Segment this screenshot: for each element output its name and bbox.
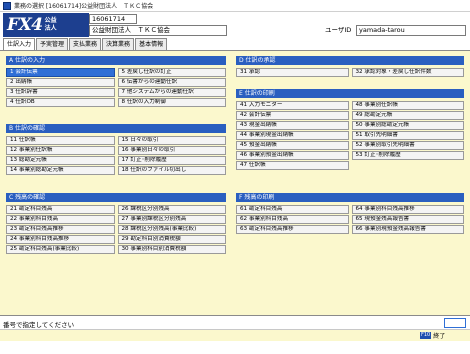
logo-sub: 公益 法人 xyxy=(45,17,57,33)
menu-item-63[interactable]: 63 勘定科目残高推移 xyxy=(236,225,349,234)
menu-item-1[interactable]: 1 会計伝票 xyxy=(6,68,115,77)
menu-item-15[interactable]: 15 日々の取引 xyxy=(117,136,226,145)
menu-item-11[interactable]: 11 仕訳帳 xyxy=(6,136,115,145)
window-titlebar: 業務の選択 [16061714]公益財団法人 ＴＫＣ協会 xyxy=(0,0,470,12)
menu-item-62[interactable]: 62 事業別科目残高 xyxy=(236,215,349,224)
menu-item-3[interactable]: 3 仕訳辞書 xyxy=(6,88,115,97)
menu-item-27[interactable]: 27 事業別課税区分別残高 xyxy=(117,215,226,224)
tab-bar: 仕訳入力 予実管理 支払業務 決算業務 基本情報 xyxy=(3,38,168,51)
menu-item-4[interactable]: 4 仕訳OB xyxy=(6,98,115,107)
menu-item-23[interactable]: 23 勘定科目残高推移 xyxy=(6,225,115,234)
fx4-logo: FX4 公益 法人 xyxy=(3,13,89,37)
menu-item-2[interactable]: 2 出納帳 xyxy=(6,78,115,87)
logo-sub1: 公益 xyxy=(44,17,57,24)
org-name-field: 公益財団法人 ＴＫＣ協会 xyxy=(89,25,227,36)
menu-item-66[interactable]: 66 事業別現預金残高報告書 xyxy=(351,225,464,234)
menu-item-52[interactable]: 52 事業別取引先明細書 xyxy=(351,141,464,150)
menu-item-22[interactable]: 22 事業別科目残高 xyxy=(6,215,115,224)
menu-item-6[interactable]: 6 伝書からの連動仕訳 xyxy=(117,78,226,87)
menu-item-50[interactable]: 50 事業別総勘定元帳 xyxy=(351,121,464,130)
menu-item-65[interactable]: 65 現預金残高報告書 xyxy=(351,215,464,224)
user-id-label: ユーザID xyxy=(325,26,352,34)
menu-item-7[interactable]: 7 他システムからの連動仕訳 xyxy=(117,88,226,97)
prompt-text: 番号で指定してください xyxy=(3,321,75,329)
org-code-field: 16061714 xyxy=(89,14,137,24)
window-title: 業務の選択 [16061714]公益財団法人 ＴＫＣ協会 xyxy=(14,3,154,10)
section-a-title: A 仕訳の入力 xyxy=(6,56,226,65)
section-c: C 残高の確認 21 勘定科目残高 26 課税区分別残高 22 事業別科目残高 27 … xyxy=(6,193,226,254)
menu-item-14[interactable]: 14 事業別総勘定元帳 xyxy=(6,166,115,175)
main-panel: A 仕訳の入力 1 会計伝票 5 差戻し仕訳の訂正 2 出納帳 6 伝書からの連動仕訳… xyxy=(0,50,470,315)
menu-item-13[interactable]: 13 総勘定元帳 xyxy=(6,156,115,165)
menu-spacer xyxy=(352,161,465,170)
section-d: D 仕訳の承認 31 承認 32 承認対象・差戻し仕訳件数 xyxy=(236,56,464,77)
menu-item-41[interactable]: 41 入力モニター xyxy=(236,101,349,110)
menu-item-29[interactable]: 29 勘定科目別消費税額 xyxy=(117,235,226,244)
menu-item-28[interactable]: 28 課税区分別残高(事業比較) xyxy=(117,225,226,234)
menu-item-42[interactable]: 42 会計伝票 xyxy=(236,111,349,120)
menu-item-32[interactable]: 32 承認対象・差戻し仕訳件数 xyxy=(351,68,464,77)
section-f: F 残高の印刷 61 勘定科目残高 64 事業別科目残高推移 62 事業別科目残高 6… xyxy=(236,193,464,234)
section-e: E 仕訳の印刷 41 入力モニター 48 事業別仕訳帳 42 会計伝票 49 総勘定元… xyxy=(236,89,464,170)
menu-item-5[interactable]: 5 差戻し仕訳の訂正 xyxy=(117,68,226,77)
menu-item-30[interactable]: 30 事業別科目別消費税額 xyxy=(117,245,226,254)
menu-item-26[interactable]: 26 課税区分別残高 xyxy=(117,205,226,214)
user-id-field: yamada-tarou xyxy=(356,25,466,36)
logo-text: FX4 xyxy=(7,14,43,35)
menu-item-45[interactable]: 45 預金出納帳 xyxy=(236,141,349,150)
menu-item-53[interactable]: 53 訂正･削除履歴 xyxy=(351,151,464,160)
end-label: 終了 xyxy=(433,333,446,340)
menu-item-43[interactable]: 43 現金出納帳 xyxy=(236,121,349,130)
menu-item-25[interactable]: 25 勘定科目残高(事業比較) xyxy=(6,245,115,254)
logo-sub2: 法人 xyxy=(44,25,57,32)
menu-item-46[interactable]: 46 事業別預金出納帳 xyxy=(236,151,349,160)
section-e-title: E 仕訳の印刷 xyxy=(236,89,464,98)
number-input[interactable] xyxy=(444,318,466,328)
menu-item-8[interactable]: 8 仕訳の入力制御 xyxy=(117,98,226,107)
menu-item-18[interactable]: 18 仕訳のファイル切出し xyxy=(117,166,226,175)
menu-item-24[interactable]: 24 事業別科目残高推移 xyxy=(6,235,115,244)
tab-basic-info[interactable]: 基本情報 xyxy=(135,38,168,50)
section-b-title: B 仕訳の確認 xyxy=(6,124,226,133)
section-b: B 仕訳の確認 11 仕訳帳 15 日々の取引 12 事業別仕訳帳 16 事業別日々の… xyxy=(6,124,226,175)
menu-item-49[interactable]: 49 総勘定元帳 xyxy=(351,111,464,120)
menu-item-44[interactable]: 44 事業別現金出納帳 xyxy=(236,131,349,140)
app-icon xyxy=(3,1,11,10)
menu-item-64[interactable]: 64 事業別科目残高推移 xyxy=(351,205,464,214)
section-d-title: D 仕訳の承認 xyxy=(236,56,464,65)
menu-item-47[interactable]: 47 仕訳帳 xyxy=(236,161,349,170)
section-c-title: C 残高の確認 xyxy=(6,193,226,202)
tab-payment[interactable]: 支払業務 xyxy=(69,38,102,50)
status-bar: 番号で指定してください F10 終了 xyxy=(0,315,470,354)
tab-closing[interactable]: 決算業務 xyxy=(102,38,135,50)
menu-item-17[interactable]: 17 訂正･削除履歴 xyxy=(117,156,226,165)
menu-item-16[interactable]: 16 事業別日々の取引 xyxy=(117,146,226,155)
section-f-title: F 残高の印刷 xyxy=(236,193,464,202)
header: FX4 公益 法人 16061714 公益財団法人 ＴＫＣ協会 ユーザID ya… xyxy=(0,12,470,38)
menu-item-48[interactable]: 48 事業別仕訳帳 xyxy=(351,101,464,110)
menu-item-31[interactable]: 31 承認 xyxy=(236,68,349,77)
end-button[interactable]: F10 終了 xyxy=(420,331,445,340)
menu-item-61[interactable]: 61 勘定科目残高 xyxy=(236,205,349,214)
menu-item-51[interactable]: 51 取引先明細書 xyxy=(351,131,464,140)
menu-item-12[interactable]: 12 事業別仕訳帳 xyxy=(6,146,115,155)
function-key-bar: F10 終了 xyxy=(0,329,470,341)
f10-key-icon: F10 xyxy=(420,332,432,339)
section-a: A 仕訳の入力 1 会計伝票 5 差戻し仕訳の訂正 2 出納帳 6 伝書からの連動仕訳… xyxy=(6,56,226,107)
tab-budget[interactable]: 予実管理 xyxy=(36,38,69,50)
menu-item-21[interactable]: 21 勘定科目残高 xyxy=(6,205,115,214)
